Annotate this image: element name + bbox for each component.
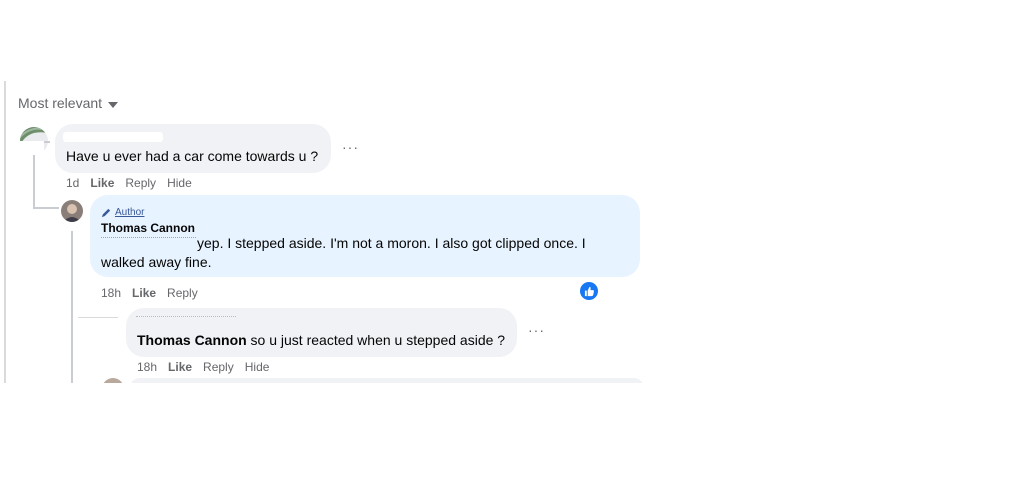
thread-line <box>78 317 118 318</box>
reply-text-line1: yep. I stepped aside. I'm not a moron. I… <box>197 235 586 251</box>
redacted-mention <box>101 237 196 242</box>
caret-down-icon <box>108 101 119 108</box>
comments-panel: Most relevant Have u ever had a car come… <box>0 81 650 383</box>
comment-text: Have u ever had a car come towards u ? <box>66 148 319 164</box>
sort-dropdown[interactable]: Most relevant <box>18 95 119 111</box>
like-button[interactable]: Like <box>168 360 192 374</box>
panel-divider <box>4 81 6 383</box>
comment-actions: 18h Like Reply <box>101 286 198 300</box>
thumbs-up-icon[interactable] <box>580 282 598 300</box>
comment-text: Thomas Cannon so u just reacted when u s… <box>137 331 505 350</box>
avatar[interactable] <box>61 200 83 222</box>
like-button[interactable]: Like <box>90 176 114 190</box>
comment-bubble: Thomas Cannon so u just reacted when u s… <box>126 308 517 357</box>
comment-time[interactable]: 18h <box>101 286 121 300</box>
like-button[interactable]: Like <box>132 286 156 300</box>
hide-button[interactable]: Hide <box>167 176 192 190</box>
redacted-name <box>136 316 236 326</box>
author-reply-bubble: Author Thomas Cannon yep. I stepped asid… <box>90 195 640 277</box>
reply-text-line2: walked away fine. <box>101 254 212 270</box>
avatar-fragment <box>44 141 50 143</box>
mention-link[interactable]: Thomas Cannon <box>137 332 247 348</box>
comment-actions: 1d Like Reply Hide <box>66 176 192 190</box>
comment-bubble: Have u ever had a car come towards u ? <box>55 124 331 173</box>
thread-line <box>71 231 73 383</box>
comment-time[interactable]: 18h <box>137 360 157 374</box>
redacted-name <box>63 132 163 142</box>
reply-button[interactable]: Reply <box>203 360 234 374</box>
comment-text-body: so u just reacted when u stepped aside ? <box>246 332 506 348</box>
sort-label: Most relevant <box>18 95 103 111</box>
reply-button[interactable]: Reply <box>167 286 198 300</box>
more-options-button[interactable]: ··· <box>342 139 359 155</box>
hide-button[interactable]: Hide <box>245 360 270 374</box>
reply-button[interactable]: Reply <box>125 176 156 190</box>
thread-line <box>33 207 59 209</box>
thread-line <box>33 153 35 207</box>
comment-actions: 18h Like Reply Hide <box>137 360 269 374</box>
pencil-icon <box>101 208 111 218</box>
redacted-area <box>14 141 44 155</box>
avatar[interactable] <box>102 378 124 383</box>
comment-bubble <box>130 378 644 383</box>
more-options-button[interactable]: ··· <box>528 322 545 338</box>
comment-time[interactable]: 1d <box>66 176 79 190</box>
author-name[interactable]: Thomas Cannon <box>101 219 195 238</box>
